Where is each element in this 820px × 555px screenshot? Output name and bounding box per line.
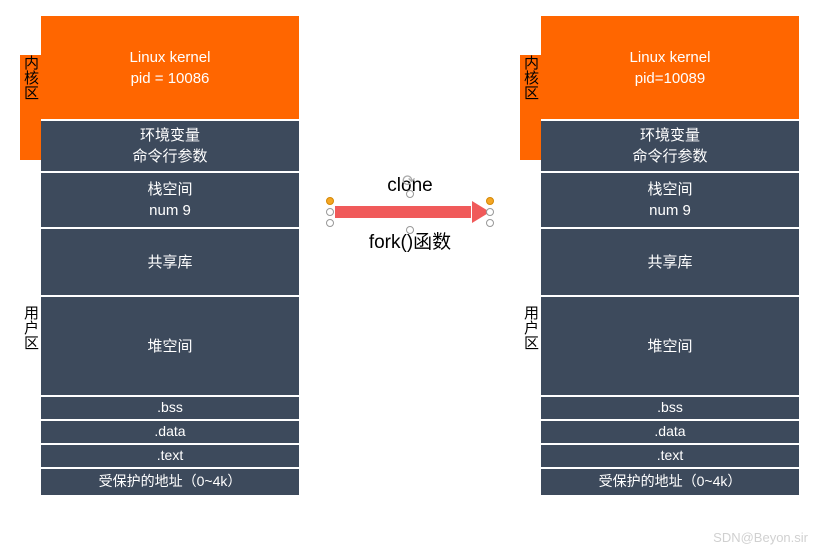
data-segment: .data [540, 420, 800, 444]
shared-lib-label: 共享库 [147, 252, 192, 273]
cmd-args: 命令行参数 [132, 146, 207, 167]
cmd-args: 命令行参数 [632, 146, 707, 167]
heap-segment: 堆空间 [540, 296, 800, 396]
left-zone-labels: 内核区 用户区 [20, 15, 40, 550]
kernel-title: Linux kernel [630, 47, 711, 68]
stack-segment: 栈空间 num 9 [40, 172, 300, 228]
env-vars: 环境变量 [640, 125, 700, 146]
stack-title: 栈空间 [147, 179, 192, 200]
left-memory-stack: Linux kernel pid = 10086 环境变量 命令行参数 栈空间 … [40, 15, 300, 550]
env-vars: 环境变量 [140, 125, 200, 146]
env-segment: 环境变量 命令行参数 [40, 120, 300, 172]
kernel-segment: Linux kernel pid=10089 [540, 15, 800, 120]
text-segment: .text [540, 444, 800, 468]
protected-segment: 受保护的地址（0~4k） [540, 468, 800, 496]
kernel-zone-label: 内核区 [20, 55, 41, 160]
middle-arrow-area: clone ⟳ fork()函数 [300, 15, 520, 550]
right-memory-stack: Linux kernel pid=10089 环境变量 命令行参数 栈空间 nu… [540, 15, 800, 550]
kernel-segment: Linux kernel pid = 10086 [40, 15, 300, 120]
heap-label: 堆空间 [647, 336, 692, 357]
fork-diagram: 内核区 用户区 Linux kernel pid = 10086 环境变量 命令… [0, 0, 820, 555]
stack-value: num 9 [149, 200, 191, 221]
arrow-body [334, 205, 472, 219]
bss-segment: .bss [40, 396, 300, 420]
protected-segment: 受保护的地址（0~4k） [40, 468, 300, 496]
selection-handle[interactable] [486, 197, 494, 205]
bss-segment: .bss [540, 396, 800, 420]
selection-handle[interactable] [406, 190, 414, 198]
fork-arrow[interactable]: ⟳ [330, 201, 490, 223]
stack-segment: 栈空间 num 9 [540, 172, 800, 228]
kernel-pid: pid=10089 [635, 68, 706, 89]
right-zone-labels: 内核区 用户区 [520, 15, 540, 550]
selection-handle[interactable] [406, 226, 414, 234]
heap-label: 堆空间 [147, 336, 192, 357]
stack-value: num 9 [649, 200, 691, 221]
env-segment: 环境变量 命令行参数 [540, 120, 800, 172]
selection-handle[interactable] [326, 197, 334, 205]
selection-handle[interactable] [326, 219, 334, 227]
heap-segment: 堆空间 [40, 296, 300, 396]
kernel-zone-label: 内核区 [520, 55, 541, 160]
data-segment: .data [40, 420, 300, 444]
kernel-title: Linux kernel [130, 47, 211, 68]
text-segment: .text [40, 444, 300, 468]
watermark-text: SDN@Beyon.sir [713, 530, 808, 545]
selection-handle[interactable] [326, 208, 334, 216]
user-zone-label: 用户区 [20, 305, 41, 350]
selection-handle[interactable] [486, 219, 494, 227]
right-process-column: 内核区 用户区 Linux kernel pid=10089 环境变量 命令行参… [520, 15, 800, 550]
selection-handle[interactable] [486, 208, 494, 216]
shared-lib-label: 共享库 [647, 252, 692, 273]
kernel-pid: pid = 10086 [131, 68, 210, 89]
shared-lib-segment: 共享库 [40, 228, 300, 296]
stack-title: 栈空间 [647, 179, 692, 200]
user-zone-label: 用户区 [520, 305, 541, 350]
left-process-column: 内核区 用户区 Linux kernel pid = 10086 环境变量 命令… [20, 15, 300, 550]
rotate-handle-icon[interactable]: ⟳ [402, 171, 415, 191]
shared-lib-segment: 共享库 [540, 228, 800, 296]
